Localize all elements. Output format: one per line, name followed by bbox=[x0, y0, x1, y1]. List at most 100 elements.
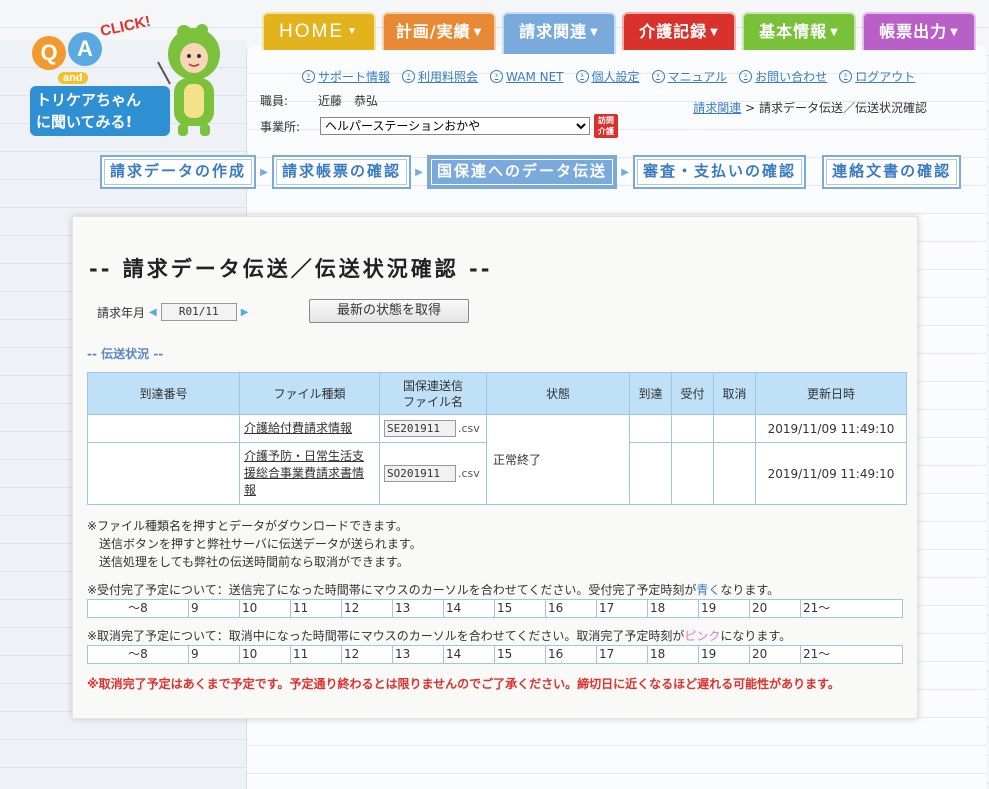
col-accept: 受付 bbox=[671, 372, 714, 415]
hour-slot[interactable]: 16 bbox=[546, 600, 597, 617]
tab-basic-info[interactable]: 基本情報 ▼ bbox=[742, 12, 856, 50]
billing-month-selector: 請求年月 ◀ R01/11 ▶ bbox=[97, 303, 252, 321]
subnav-review-payment[interactable]: 審査・支払いの確認 bbox=[633, 155, 807, 189]
hour-slot[interactable]: 13 bbox=[393, 600, 444, 617]
hour-slot[interactable]: 21～ bbox=[801, 600, 902, 617]
chevron-down-icon: ▼ bbox=[590, 26, 599, 38]
hour-slot[interactable]: 14 bbox=[444, 600, 495, 617]
hour-slot[interactable]: 14 bbox=[444, 646, 495, 663]
col-file-name: 国保連送信 ファイル名 bbox=[379, 372, 487, 415]
q-bubble: Q bbox=[32, 36, 66, 70]
tab-basic-label: 基本情報 bbox=[759, 22, 828, 41]
badge-line2: 介護 bbox=[598, 127, 614, 136]
refresh-status-button[interactable]: 最新の状態を取得 bbox=[309, 299, 469, 323]
manual-link[interactable]: › マニュアル bbox=[651, 68, 727, 85]
subnav-create-billing-data[interactable]: 請求データの作成 bbox=[100, 155, 257, 189]
download-notes: ※ファイル種類名を押すとデータがダウンロードできます。 送信ボタンを押すと弊社サ… bbox=[87, 517, 422, 571]
hour-slot[interactable]: 19 bbox=[699, 600, 750, 617]
note-line1: ※ファイル種類名を押すとデータがダウンロードできます。 bbox=[87, 519, 408, 533]
table-header-row: 到達番号 ファイル種類 国保連送信 ファイル名 状態 到達 受付 取消 更新日時 bbox=[87, 372, 907, 415]
hour-slot[interactable]: 11 bbox=[291, 600, 342, 617]
hour-slot[interactable]: 19 bbox=[699, 646, 750, 663]
hour-slot[interactable]: 20 bbox=[750, 646, 801, 663]
cancel-schedule-note: ※取消完了予定について：取消中になった時間帯にマウスのカーソルを合わせてください… bbox=[87, 627, 791, 644]
hour-slot[interactable]: 9 bbox=[189, 600, 240, 617]
hour-slot[interactable]: ～8 bbox=[88, 646, 189, 663]
tab-care-label: 介護記録 bbox=[639, 22, 708, 41]
tab-home-label: HOME bbox=[279, 21, 345, 43]
hour-slot[interactable]: ～8 bbox=[88, 600, 189, 617]
tab-billing[interactable]: 請求関連 ▼ bbox=[502, 12, 616, 54]
accept-note-before: ※受付完了予定について：送信完了になった時間帯にマウスのカーソルを合わせてくださ… bbox=[87, 583, 697, 597]
arrow-right-icon: ▶ bbox=[621, 166, 629, 178]
col-updated: 更新日時 bbox=[755, 372, 907, 415]
next-month-icon[interactable]: ▶ bbox=[241, 307, 249, 318]
logout-link[interactable]: › ログアウト bbox=[839, 68, 915, 85]
personal-settings-link[interactable]: › 個人設定 bbox=[575, 68, 640, 85]
hour-slot[interactable]: 9 bbox=[189, 646, 240, 663]
hour-slot[interactable]: 15 bbox=[495, 646, 546, 663]
logo-board: トリケアちゃん に聞いてみる! bbox=[30, 86, 170, 136]
breadcrumb-current: 請求データ伝送／伝送状況確認 bbox=[758, 101, 927, 115]
office-select[interactable]: ヘルパーステーションおかや bbox=[320, 117, 590, 135]
col-cancel: 取消 bbox=[713, 372, 756, 415]
click-label: CLICK! bbox=[98, 12, 153, 41]
hour-slot[interactable]: 21～ bbox=[801, 646, 902, 663]
fee-inquiry-link[interactable]: › 利用料照会 bbox=[402, 68, 478, 85]
subnav-data-transmission[interactable]: 国保連へのデータ伝送 bbox=[427, 155, 618, 189]
arrow-circle-icon: › bbox=[651, 70, 665, 83]
billing-month-label: 請求年月 bbox=[97, 305, 146, 320]
chevron-down-icon: ▼ bbox=[950, 26, 959, 38]
breadcrumb-parent-link[interactable]: 請求関連 bbox=[693, 101, 741, 115]
hour-slot[interactable]: 18 bbox=[648, 600, 699, 617]
hour-slot[interactable]: 16 bbox=[546, 646, 597, 663]
hour-slot[interactable]: 18 bbox=[648, 646, 699, 663]
cell-accept bbox=[671, 442, 714, 505]
hour-slot[interactable]: 10 bbox=[240, 600, 291, 617]
staff-info: 職員: 近藤 恭弘 bbox=[260, 92, 378, 109]
hour-slot[interactable]: 17 bbox=[597, 600, 648, 617]
hour-slot[interactable]: 12 bbox=[342, 646, 393, 663]
cancel-note-before: ※取消完了予定について：取消中になった時間帯にマウスのカーソルを合わせてください… bbox=[87, 629, 685, 643]
billing-month-value[interactable]: R01/11 bbox=[160, 303, 237, 321]
hour-slot[interactable]: 12 bbox=[342, 600, 393, 617]
hour-slot[interactable]: 15 bbox=[495, 600, 546, 617]
col-reach: 到達 bbox=[629, 372, 672, 415]
hour-slot[interactable]: 20 bbox=[750, 600, 801, 617]
staff-name: 近藤 恭弘 bbox=[318, 94, 379, 108]
tab-plan-results[interactable]: 計画/実績 ▼ bbox=[382, 12, 496, 50]
tab-report-output[interactable]: 帳票出力 ▼ bbox=[862, 12, 976, 50]
chevron-down-icon: ▼ bbox=[710, 26, 719, 38]
hour-slot[interactable]: 13 bbox=[393, 646, 444, 663]
qa-logo-link[interactable]: Q A CLICK! and トリケアちゃん に聞いてみる! bbox=[28, 12, 228, 138]
tab-home[interactable]: HOME ▼ bbox=[262, 12, 376, 50]
transmission-status-title: -- 伝送状況 -- bbox=[87, 347, 164, 361]
prev-month-icon[interactable]: ◀ bbox=[149, 307, 157, 318]
wam-net-link[interactable]: › WAM NET bbox=[490, 68, 564, 85]
cancel-hour-bar: ～8 9 10 11 12 13 14 15 16 17 18 19 20 21… bbox=[87, 645, 903, 664]
arrow-circle-icon: › bbox=[302, 70, 315, 83]
contact-link[interactable]: › お問い合わせ bbox=[739, 68, 827, 85]
file-type-download-link[interactable]: 介護予防・日常生活支援総合事業費請求書情報 bbox=[244, 449, 364, 497]
breadcrumb-sep: > bbox=[745, 101, 756, 115]
page-title: -- 請求データ伝送／伝送状況確認 -- bbox=[89, 257, 493, 281]
and-label: and bbox=[58, 72, 88, 84]
subnav-notice-documents[interactable]: 連絡文書の確認 bbox=[822, 155, 962, 189]
support-info-link[interactable]: › サポート情報 bbox=[302, 68, 390, 85]
hour-slot[interactable]: 17 bbox=[597, 646, 648, 663]
cell-cancel bbox=[713, 442, 756, 505]
hour-slot[interactable]: 10 bbox=[240, 646, 291, 663]
col-file-type: ファイル種類 bbox=[239, 372, 380, 415]
subnav-check-billing-forms[interactable]: 請求帳票の確認 bbox=[272, 155, 412, 189]
arrow-circle-icon: › bbox=[490, 70, 504, 83]
link-label: お問い合わせ bbox=[755, 70, 828, 84]
cell-reach bbox=[629, 414, 672, 443]
hour-slot[interactable]: 11 bbox=[291, 646, 342, 663]
tab-care-records[interactable]: 介護記録 ▼ bbox=[622, 12, 736, 50]
cancel-note-after: になります。 bbox=[720, 629, 792, 643]
arrow-circle-icon: › bbox=[739, 70, 753, 83]
billing-subnav: 請求データの作成 ▶ 請求帳票の確認 ▶ 国保連へのデータ伝送 ▶ 審査・支払い… bbox=[100, 155, 962, 189]
file-name-field: SE201911 bbox=[384, 420, 456, 437]
col-arrival-no: 到達番号 bbox=[87, 372, 240, 415]
file-type-download-link[interactable]: 介護給付費請求情報 bbox=[244, 421, 352, 435]
